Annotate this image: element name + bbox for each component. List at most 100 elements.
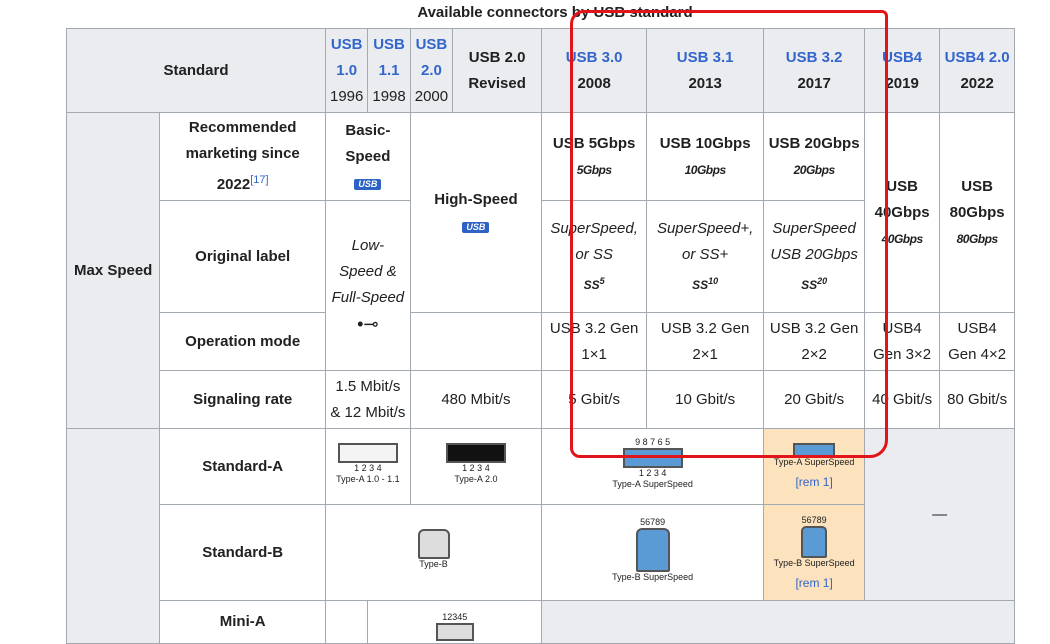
- usb-hs-logo-icon: USB: [462, 221, 490, 233]
- signaling-rate-label: Signaling rate: [159, 370, 326, 429]
- ss20-logo-icon: SS20: [801, 275, 828, 292]
- usb10-text: USB 10Gbps: [659, 134, 751, 152]
- basic-speed-text: Basic-Speed: [345, 121, 391, 165]
- rate-low: 1.5 Mbit/s & 12 Mbit/s: [325, 370, 411, 429]
- usb20-text: USB 20Gbps: [768, 134, 860, 152]
- usb32-year: 2017: [797, 74, 831, 92]
- usb32-link[interactable]: USB 3.2: [786, 49, 843, 66]
- usb42-year: 2022: [960, 74, 994, 92]
- usb20-cell: USB 20Gbps 20Gbps: [763, 112, 866, 201]
- standard-b-label: Standard-B: [159, 504, 326, 601]
- orig-low-text: Low-Speed & Full-Speed: [331, 236, 405, 306]
- usb31-year: 2013: [688, 74, 722, 92]
- usb80-text: USB 80Gbps: [949, 177, 1005, 221]
- header-standard: Standard: [66, 28, 326, 113]
- usb42-link[interactable]: USB4 2.0: [945, 49, 1010, 66]
- header-usb30: USB 3.0 2008: [541, 28, 648, 113]
- type-bss-cell: 56789 Type-B SuperSpeed: [541, 504, 765, 601]
- header-usb11: USB 1.1 1998: [367, 28, 411, 113]
- usb80-cell: USB 80Gbps 80Gbps: [939, 112, 1016, 313]
- header-usb42: USB4 2.0 2022: [939, 28, 1016, 113]
- usb40-logo-icon: 40Gbps: [881, 231, 924, 246]
- rate-high: 480 Mbit/s: [409, 370, 543, 429]
- orig-ss20-text: SuperSpeed USB 20Gbps: [770, 219, 858, 263]
- type-a-ss-small-icon: Type-A SuperSpeed: [774, 443, 854, 468]
- original-label: Original label: [159, 200, 326, 313]
- mode-hs-empty: [409, 312, 543, 371]
- rem-1-link-b[interactable]: [rem 1]: [768, 575, 860, 591]
- marketing-label-text: Recommended marketing since 2022: [185, 119, 300, 193]
- basic-speed-cell: Basic-Speed USB: [325, 112, 411, 201]
- orig-ss-text: SuperSpeed, or SS: [550, 219, 638, 263]
- signaling-rate-row: Signaling rate 1.5 Mbit/s & 12 Mbit/s 48…: [67, 370, 1016, 429]
- mode-33: USB 3.2 Gen 2×2: [763, 312, 866, 371]
- usb20-link[interactable]: USB 2.0: [416, 36, 448, 79]
- mode-32: USB 3.2 Gen 2×1: [646, 312, 765, 371]
- standard-a-label: Standard-A: [159, 428, 326, 505]
- usb-trident-icon: •⊸: [357, 313, 379, 334]
- usb11-link[interactable]: USB 1.1: [373, 36, 405, 79]
- high-speed-cell: High-Speed USB: [409, 112, 543, 313]
- type-bss-32-cell: 56789 Type-B SuperSpeed [rem 1]: [763, 504, 866, 601]
- table-caption: Available connectors by USB standard: [417, 4, 693, 21]
- mini-a-empty: [324, 600, 369, 644]
- usb31-link[interactable]: USB 3.1: [677, 49, 734, 66]
- rate-10: 10 Gbit/s: [646, 370, 765, 429]
- type-b-ss-connector-icon: 56789 Type-B SuperSpeed: [612, 516, 694, 582]
- orig-ss-cell: SuperSpeed, or SS SS5: [541, 200, 648, 313]
- header-usb4: USB4 2019: [864, 28, 941, 113]
- usb10-cell: USB 10Gbps 10Gbps: [646, 112, 765, 201]
- type-a20-cell: 1 2 3 4 Type-A 2.0: [409, 428, 543, 505]
- type-b-connector-icon: Type-B: [417, 529, 450, 570]
- usb10-link[interactable]: USB 1.0: [331, 36, 363, 79]
- usb80-logo-icon: 80Gbps: [956, 231, 999, 246]
- usb40-cell: USB 40Gbps 40Gbps: [864, 112, 941, 313]
- type-a10-cell: 1 2 3 4 Type-A 1.0 - 1.1: [325, 428, 411, 505]
- usb4-na-cell: —: [864, 428, 1016, 601]
- rate-80: 80 Gbit/s: [939, 370, 1016, 429]
- usb5-text: USB 5Gbps: [552, 134, 636, 152]
- mini-a-na-cell: [541, 600, 1016, 644]
- operation-mode-label: Operation mode: [159, 312, 326, 371]
- usb-connectors-table: Standard USB 1.0 1996 USB 1.1 1998 USB 2…: [65, 28, 1016, 644]
- type-b-ss-small-icon: 56789 Type-B SuperSpeed: [773, 514, 855, 568]
- mini-a-label: Mini-A: [159, 600, 326, 644]
- mini-a-connector-icon: 12345: [435, 612, 474, 641]
- header-usb32: USB 3.2 2017: [763, 28, 866, 113]
- standard-a-row: Standard-A 1 2 3 4 Type-A 1.0 - 1.1 1 2 …: [65, 428, 1016, 644]
- type-b-cell: Type-B: [324, 504, 543, 601]
- usb10-logo-icon: 10Gbps: [684, 162, 727, 177]
- header-usb20: USB 2.0 2000: [409, 28, 454, 113]
- usb-logo-icon: USB: [354, 178, 382, 190]
- usb5-cell: USB 5Gbps 5Gbps: [541, 112, 648, 201]
- usb30-year: 2008: [577, 74, 611, 92]
- header-usb20r: USB 2.0 Revised: [452, 28, 543, 113]
- usb11-year: 1998: [372, 87, 406, 105]
- type-ass-32-cell: Type-A SuperSpeed [rem 1]: [763, 428, 866, 505]
- marketing-row: Max Speed Recommended marketing since 20…: [65, 112, 1016, 429]
- mode-31: USB 3.2 Gen 1×1: [541, 312, 648, 371]
- connector-group-cell: [65, 428, 161, 644]
- marketing-label: Recommended marketing since 2022[17]: [159, 112, 326, 201]
- rate-5: 5 Gbit/s: [541, 370, 648, 429]
- rate-40: 40 Gbit/s: [864, 370, 941, 429]
- orig-ssp-cell: SuperSpeed+, or SS+ SS10: [646, 200, 765, 313]
- header-usb31: USB 3.1 2013: [646, 28, 765, 113]
- mode-4a: USB4 Gen 3×2: [864, 312, 941, 371]
- ref-17-link[interactable]: [17]: [250, 174, 268, 186]
- rem-1-link[interactable]: [rem 1]: [768, 474, 860, 490]
- ss5-logo-icon: SS5: [583, 275, 605, 292]
- header-row: Standard USB 1.0 1996 USB 1.1 1998 USB 2…: [66, 28, 1016, 113]
- type-a-connector-icon: 1 2 3 4 Type-A 1.0 - 1.1: [336, 442, 400, 485]
- usb20-year: 2000: [414, 87, 449, 105]
- high-speed-text: High-Speed: [434, 190, 518, 208]
- usb30-link[interactable]: USB 3.0: [566, 49, 623, 66]
- mini-a-row: Mini-A 12345: [67, 600, 1016, 644]
- header-usb10: USB 1.0 1996: [324, 28, 369, 113]
- usb4-link[interactable]: USB4: [882, 49, 922, 66]
- ss10-logo-icon: SS10: [692, 275, 719, 292]
- mini-a-cell: 12345: [367, 600, 543, 644]
- usb4-year: 2019: [885, 74, 919, 92]
- type-a-ss-connector-icon: 9 8 7 6 5 1 2 3 4 Type-A SuperSpeed: [612, 437, 693, 489]
- max-speed-label: Max Speed: [65, 112, 161, 429]
